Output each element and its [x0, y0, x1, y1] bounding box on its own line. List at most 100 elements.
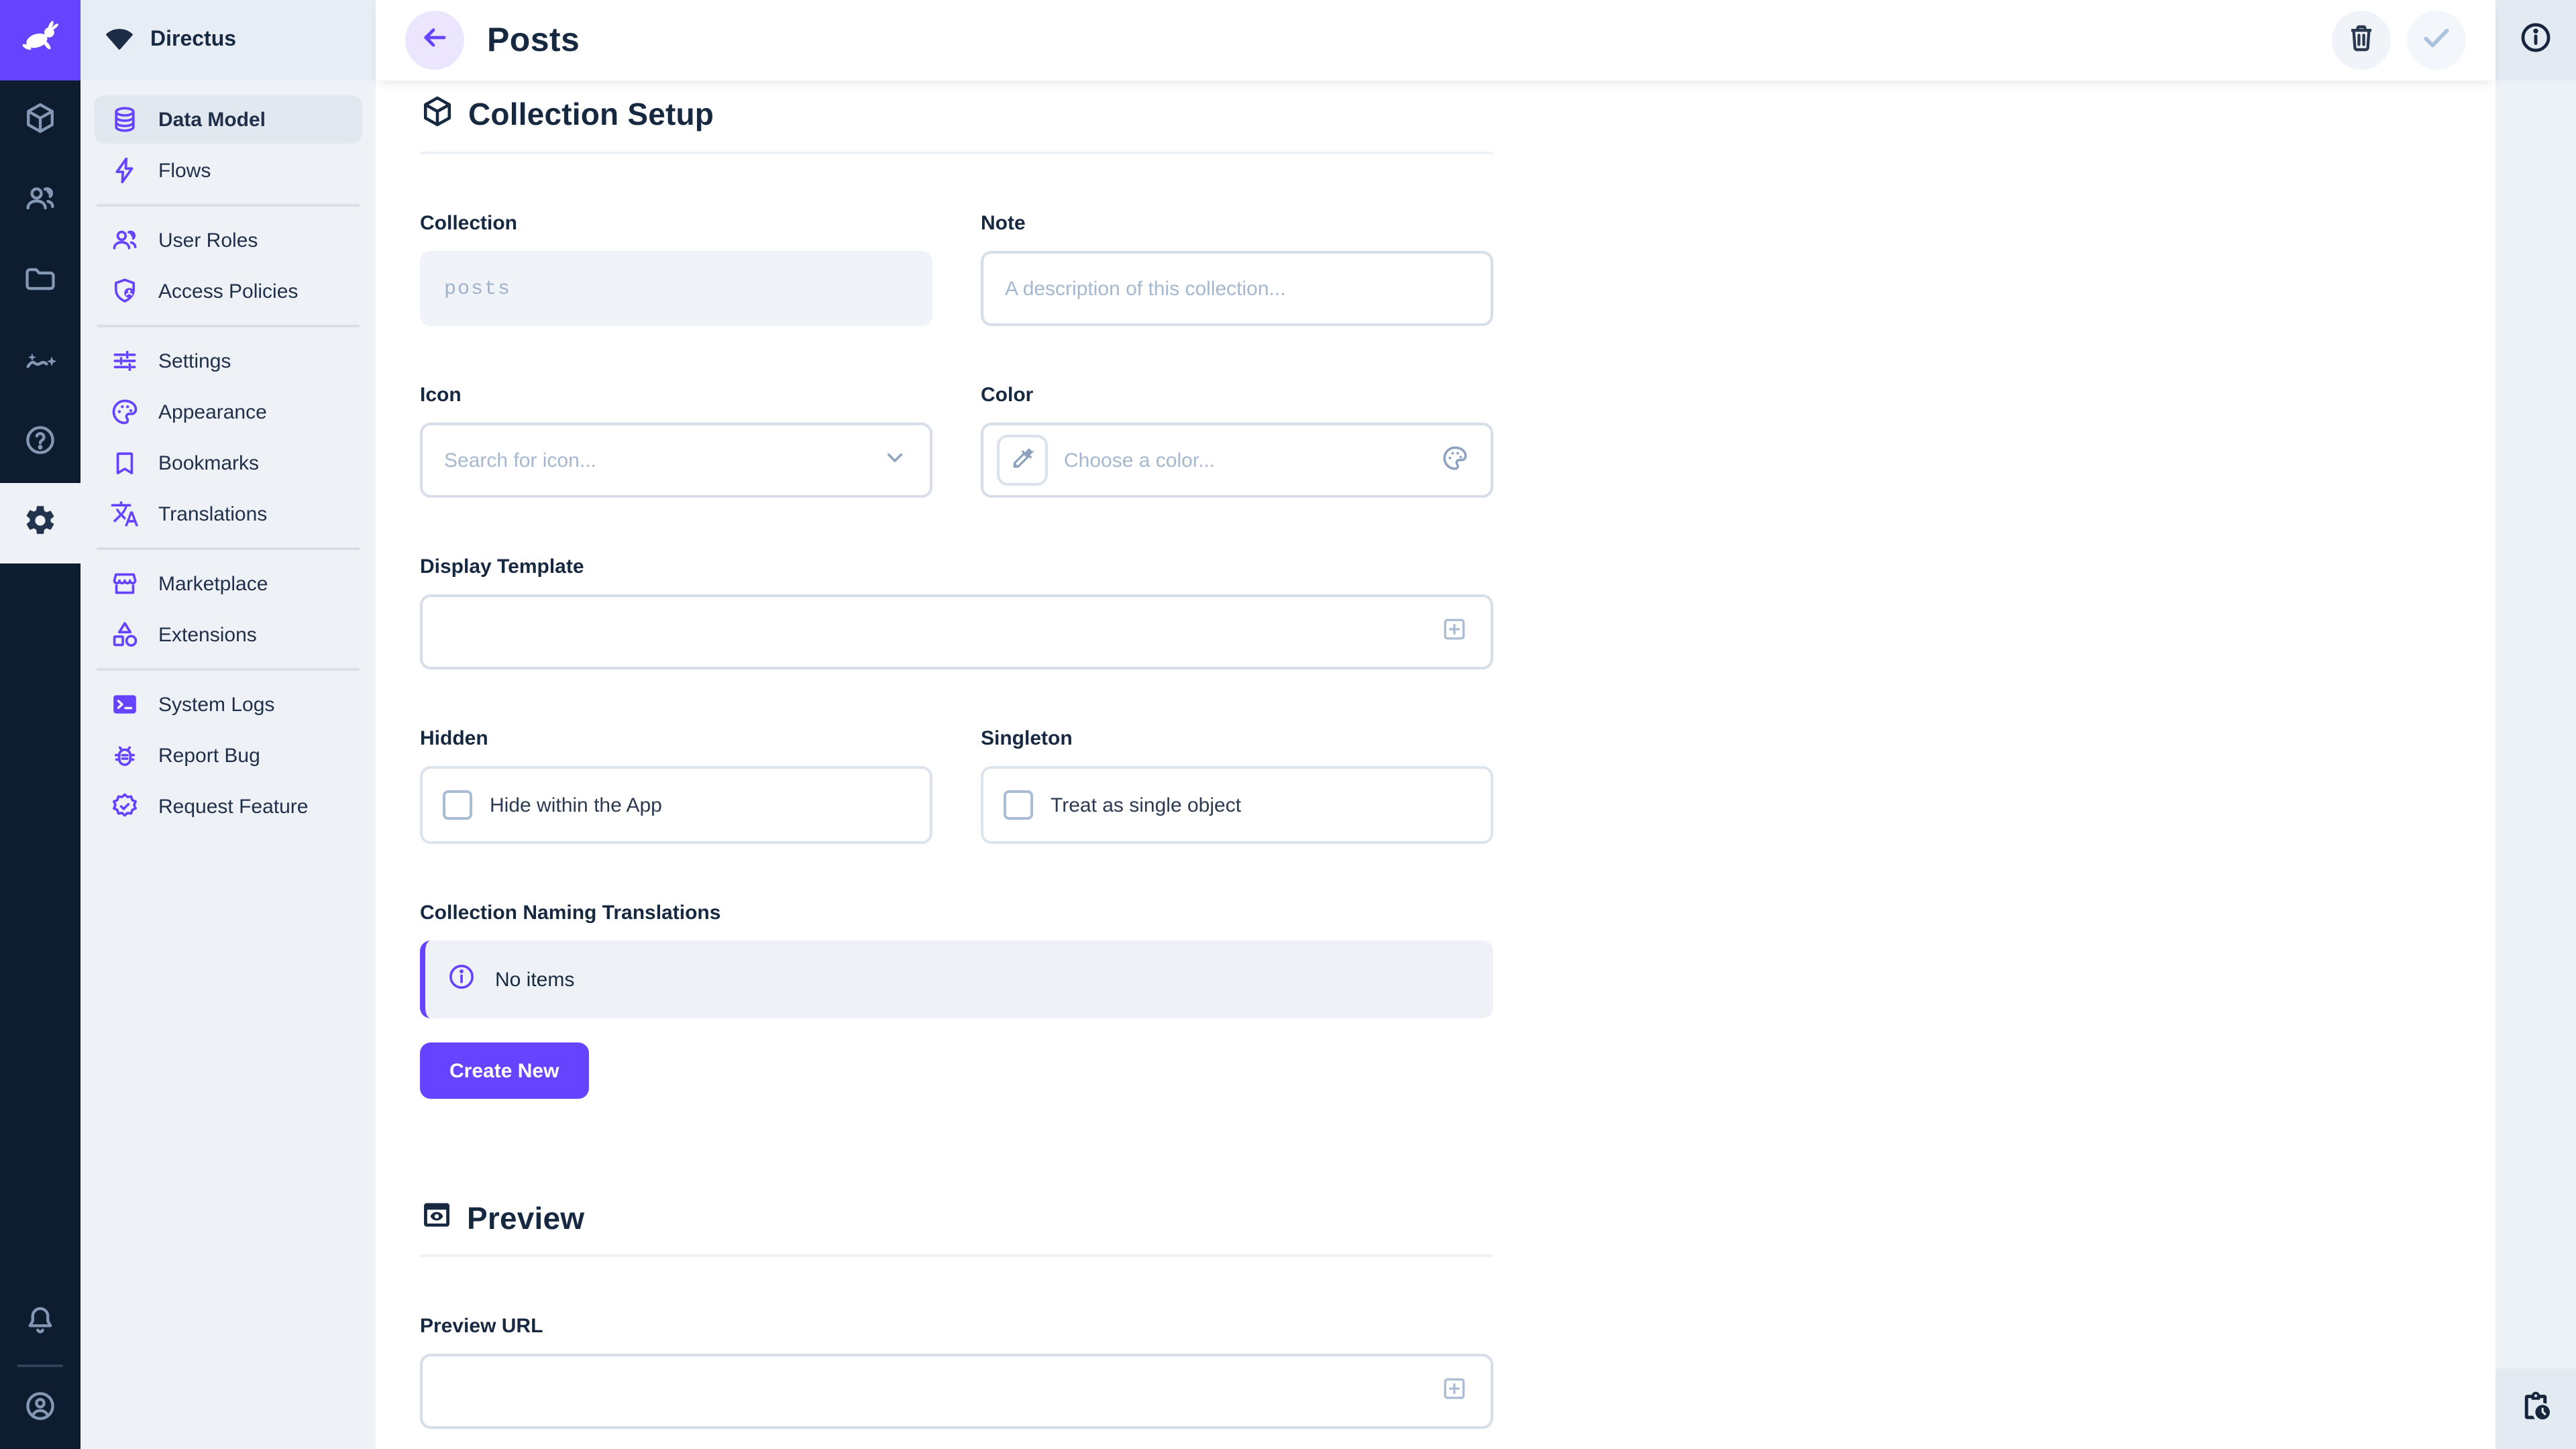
- add-box-icon[interactable]: [1440, 614, 1469, 649]
- trash-icon: [2345, 21, 2377, 60]
- nav-item-request-feature[interactable]: Request Feature: [94, 782, 362, 830]
- nav-item-label: Marketplace: [158, 572, 268, 595]
- bookmark-icon: [110, 448, 140, 478]
- help-icon: [23, 422, 58, 464]
- module-bar-divider: [17, 1364, 63, 1367]
- nav-item-appearance[interactable]: Appearance: [94, 388, 362, 436]
- collection-input-wrapper: [420, 251, 932, 326]
- people-icon: [110, 225, 140, 255]
- nav-item-label: Data Model: [158, 108, 266, 131]
- check-icon: [2419, 19, 2454, 61]
- account-button[interactable]: [0, 1368, 80, 1449]
- field-label: Collection Naming Translations: [420, 900, 1493, 927]
- nav-items: Data Model Flows: [80, 80, 376, 830]
- field-label: Collection: [420, 211, 932, 237]
- nav-item-label: Translations: [158, 502, 267, 525]
- nav-item-data-model[interactable]: Data Model: [94, 95, 362, 144]
- nav-item-label: Appearance: [158, 400, 267, 423]
- project-name: Directus: [150, 28, 236, 52]
- delete-button[interactable]: [2332, 11, 2391, 70]
- database-icon: [110, 105, 140, 134]
- module-insights[interactable]: [0, 322, 80, 402]
- add-box-icon[interactable]: [1440, 1374, 1469, 1409]
- hidden-checkbox-field[interactable]: Hide within the App: [420, 766, 932, 844]
- preview-url-input[interactable]: [420, 1354, 1493, 1429]
- info-icon: [2518, 19, 2553, 61]
- box-icon: [420, 94, 455, 136]
- singleton-checkbox-field[interactable]: Treat as single object: [981, 766, 1493, 844]
- checkbox-label: Hide within the App: [490, 794, 662, 816]
- eyedropper-button[interactable]: [997, 435, 1048, 486]
- color-input[interactable]: [1064, 449, 1425, 472]
- nav-item-extensions[interactable]: Extensions: [94, 610, 362, 659]
- nav-item-marketplace[interactable]: Marketplace: [94, 559, 362, 608]
- directus-app: Directus Data Model: [0, 0, 2576, 1449]
- nav-item-user-roles[interactable]: User Roles: [94, 216, 362, 264]
- nav-item-system-logs[interactable]: System Logs: [94, 680, 362, 729]
- page-content: Collection Setup Collection Note: [376, 80, 2496, 1449]
- module-files[interactable]: [0, 241, 80, 322]
- chevron-down-icon: [881, 444, 908, 476]
- nav-item-label: Report Bug: [158, 744, 260, 767]
- field-color: Color: [981, 382, 1493, 498]
- sidebar-info-button[interactable]: [2496, 0, 2576, 80]
- field-hidden: Hidden Hide within the App: [420, 726, 932, 844]
- create-new-button[interactable]: Create New: [420, 1042, 588, 1099]
- module-bar: [0, 0, 80, 1449]
- nav-item-label: Flows: [158, 159, 211, 182]
- notice-text: No items: [495, 968, 574, 991]
- field-label: Icon: [420, 382, 932, 409]
- note-input[interactable]: [1005, 277, 1469, 300]
- icon-search-input[interactable]: [444, 449, 865, 472]
- display-template-text[interactable]: [444, 621, 1424, 643]
- nav-item-report-bug[interactable]: Report Bug: [94, 731, 362, 780]
- module-help[interactable]: [0, 402, 80, 483]
- nav-item-flows[interactable]: Flows: [94, 146, 362, 195]
- sidebar-activity-button[interactable]: [2496, 1368, 2576, 1449]
- field-icon: Icon: [420, 382, 932, 498]
- hidden-checkbox[interactable]: [443, 790, 472, 820]
- field-singleton: Singleton Treat as single object: [981, 726, 1493, 844]
- save-button[interactable]: [2407, 11, 2466, 70]
- collection-input[interactable]: [444, 277, 908, 300]
- nav-divider: [97, 547, 360, 550]
- note-input-wrapper: [981, 251, 1493, 326]
- bell-icon: [23, 1302, 58, 1344]
- color-input-wrapper: [981, 423, 1493, 498]
- section-divider: [420, 152, 1493, 154]
- display-template-input[interactable]: [420, 594, 1493, 669]
- project-chooser[interactable]: Directus: [80, 0, 376, 80]
- translate-icon: [110, 499, 140, 529]
- nav-item-access-policies[interactable]: Access Policies: [94, 267, 362, 315]
- nav-item-bookmarks[interactable]: Bookmarks: [94, 439, 362, 487]
- nav-item-translations[interactable]: Translations: [94, 490, 362, 538]
- field-label: Singleton: [981, 726, 1493, 753]
- nav-item-label: User Roles: [158, 229, 258, 252]
- notifications-button[interactable]: [0, 1283, 80, 1363]
- module-users[interactable]: [0, 161, 80, 241]
- back-button[interactable]: [405, 11, 464, 70]
- terminal-icon: [110, 690, 140, 719]
- module-content[interactable]: [0, 80, 80, 161]
- collection-form: Collection Setup Collection Note: [420, 94, 1493, 1429]
- module-settings[interactable]: [0, 483, 80, 564]
- icon-select[interactable]: [420, 423, 932, 498]
- feature-badge-icon: [110, 792, 140, 821]
- directus-logo[interactable]: [0, 0, 80, 80]
- header-actions: [2332, 11, 2466, 70]
- preview-url-text[interactable]: [444, 1380, 1424, 1403]
- gear-icon: [23, 502, 58, 544]
- bolt-icon: [110, 156, 140, 185]
- people-icon: [23, 180, 58, 222]
- nav-item-settings[interactable]: Settings: [94, 337, 362, 385]
- section-divider: [420, 1254, 1493, 1257]
- field-label: Preview URL: [420, 1313, 1493, 1340]
- field-display-template: Display Template: [420, 554, 1493, 669]
- singleton-checkbox[interactable]: [1004, 790, 1033, 820]
- folder-icon: [23, 261, 58, 303]
- nav-item-label: Request Feature: [158, 795, 308, 818]
- palette-icon: [1441, 443, 1469, 477]
- section-title: Collection Setup: [468, 97, 714, 133]
- field-note: Note: [981, 211, 1493, 326]
- page-header: Posts: [376, 0, 2496, 80]
